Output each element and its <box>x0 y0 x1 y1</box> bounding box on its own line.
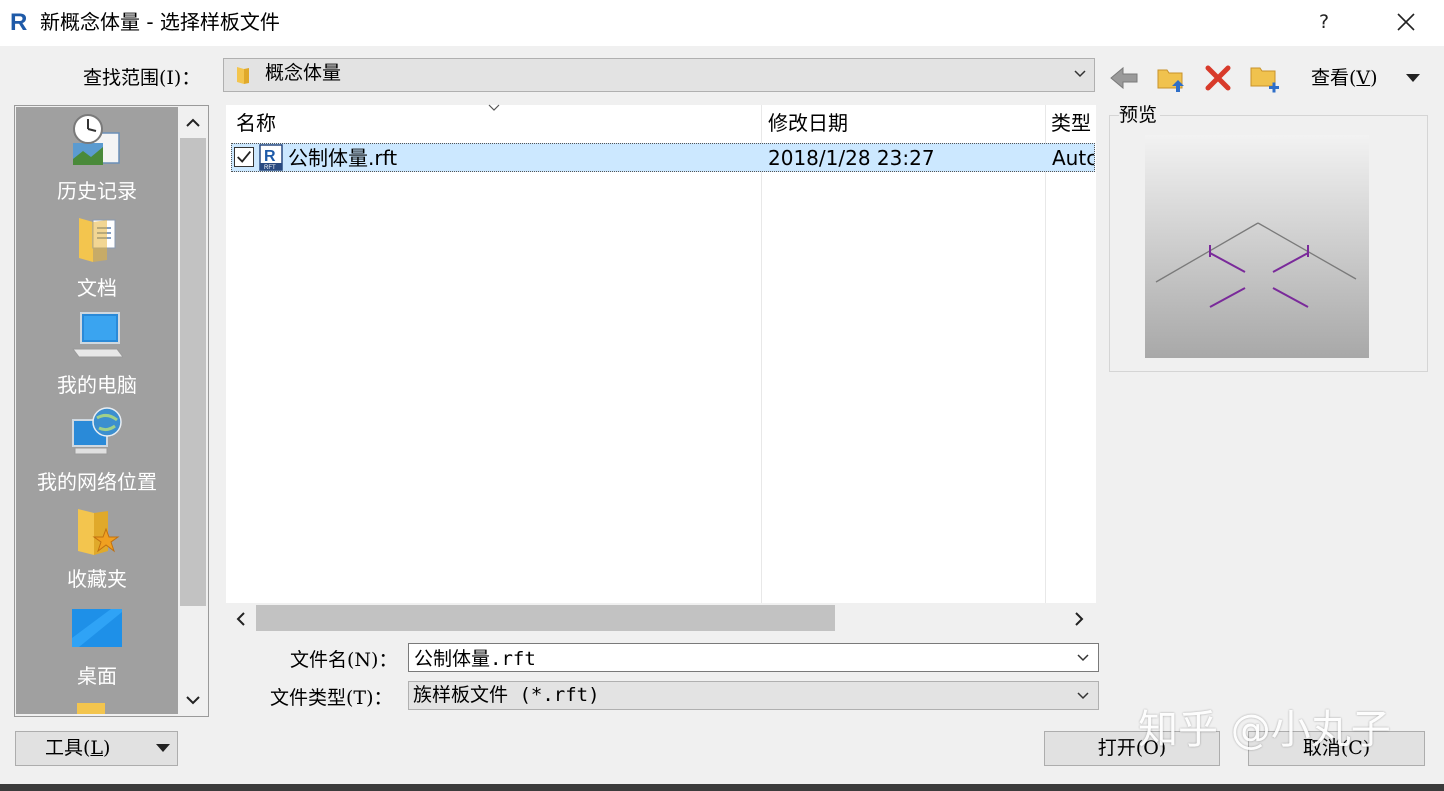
column-separator <box>1045 105 1046 603</box>
triangle-down-icon[interactable] <box>155 742 171 754</box>
places-scrollbar-thumb[interactable] <box>180 138 206 606</box>
svg-text:RFT: RFT <box>264 165 276 171</box>
chevron-down-icon[interactable] <box>1072 64 1088 84</box>
filename-input[interactable] <box>408 643 1099 672</box>
place-label: 文档 <box>77 276 117 300</box>
triangle-down-icon[interactable] <box>1404 72 1422 84</box>
lookin-label: 查找范围(I)： <box>83 67 201 89</box>
lookin-combobox[interactable] <box>223 58 1095 92</box>
chevron-right-icon[interactable] <box>1072 610 1086 628</box>
place-history[interactable]: 历史记录 <box>16 107 178 204</box>
folder-icon <box>77 703 105 714</box>
filetype-value: 族样板文件 (*.rft) <box>413 684 600 706</box>
place-documents[interactable]: 文档 <box>16 204 178 301</box>
preview-label: 预览 <box>1119 103 1161 127</box>
template-preview-image <box>1145 135 1369 358</box>
tools-button-label: 工具(L) <box>45 737 111 759</box>
svg-text:R: R <box>10 9 27 36</box>
file-type-cell: Autc <box>1052 146 1094 170</box>
network-icon <box>72 407 122 455</box>
column-header-type[interactable]: 类型 <box>1051 109 1091 137</box>
chevron-down-icon[interactable] <box>1075 688 1091 704</box>
place-label: 我的网络位置 <box>37 470 157 494</box>
revit-app-icon: R <box>8 8 32 36</box>
back-arrow-icon[interactable] <box>1109 63 1139 93</box>
taskbar-edge <box>0 784 1444 791</box>
up-one-level-icon[interactable] <box>1156 62 1186 94</box>
chevron-up-icon[interactable] <box>182 113 204 133</box>
filetype-label: 文件类型(T)： <box>270 687 393 709</box>
delete-icon[interactable] <box>1204 64 1232 92</box>
hscrollbar-thumb[interactable] <box>256 605 835 631</box>
folder-icon <box>237 67 249 84</box>
file-name-cell[interactable]: 公制体量.rft <box>288 145 748 171</box>
window-title: 新概念体量 - 选择样板文件 <box>40 10 280 34</box>
place-network[interactable]: 我的网络位置 <box>16 398 178 495</box>
desktop-icon <box>72 609 122 647</box>
place-label: 桌面 <box>77 664 117 688</box>
chevron-left-icon[interactable] <box>234 610 248 628</box>
svg-text:R: R <box>264 148 276 165</box>
place-my-computer[interactable]: 我的电脑 <box>16 301 178 398</box>
watermark: 知乎 @小丸子 <box>1138 707 1391 753</box>
chevron-down-icon[interactable] <box>1075 650 1091 666</box>
place-desktop[interactable]: 桌面 <box>16 592 178 689</box>
column-header-name[interactable]: 名称 <box>236 109 276 137</box>
documents-icon <box>79 218 116 262</box>
place-favorites[interactable]: 收藏夹 <box>16 495 178 592</box>
place-label: 收藏夹 <box>67 567 127 591</box>
lookin-value: 概念体量 <box>265 62 342 84</box>
filename-label: 文件名(N)： <box>290 649 398 671</box>
file-list[interactable]: 名称 修改日期 类型 <box>226 105 1096 603</box>
computer-icon <box>72 312 123 358</box>
chevron-down-icon[interactable] <box>182 690 204 710</box>
place-label: 我的电脑 <box>57 373 137 397</box>
history-icon <box>73 114 120 165</box>
views-menu-label[interactable]: 查看(V) <box>1311 66 1378 90</box>
checkbox-checked-icon[interactable] <box>234 147 254 167</box>
help-button[interactable]: ? <box>1306 8 1342 36</box>
sort-chevron-icon <box>488 104 500 111</box>
places-bar: 历史记录 文档 我的电脑 我的网络位置 收藏夹 桌面 <box>16 107 178 714</box>
column-header-modified[interactable]: 修改日期 <box>768 109 848 137</box>
file-modified-cell: 2018/1/28 23:27 <box>768 146 935 170</box>
new-folder-icon[interactable] <box>1249 62 1281 94</box>
place-label: 历史记录 <box>57 179 137 203</box>
close-icon[interactable] <box>1388 8 1424 36</box>
column-separator <box>761 105 762 603</box>
favorites-icon <box>78 509 120 555</box>
rft-file-icon: R RFT <box>259 144 283 171</box>
